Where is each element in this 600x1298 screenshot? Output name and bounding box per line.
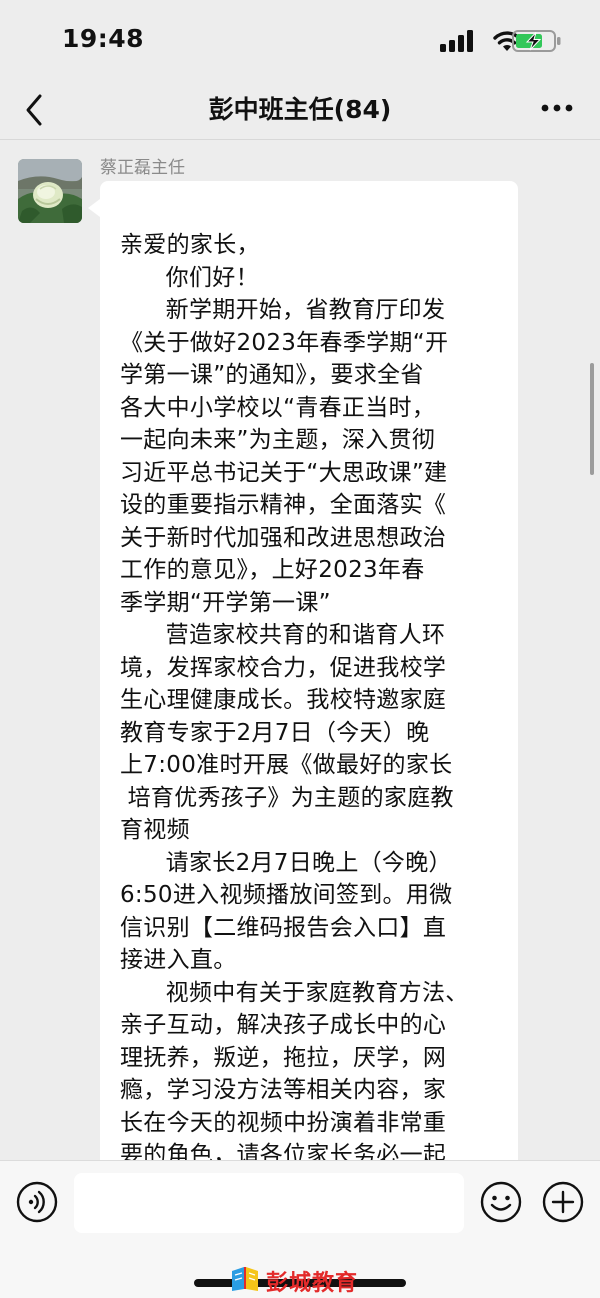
message-line: 育视频	[120, 817, 190, 843]
message-line: 你们好！	[120, 264, 259, 291]
message-line: 新学期开始，省教育厅印发	[120, 297, 446, 323]
more-dots-icon[interactable]	[540, 102, 574, 114]
sender-name: 蔡正磊主任	[100, 158, 185, 178]
message-line: 关于新时代加强和改进思想政治	[120, 524, 447, 551]
message-line: 《关于做好2023年春季学期“开	[120, 329, 449, 356]
message-line: 一起向未来”为主题，深入贯彻	[120, 427, 436, 453]
emoji-icon[interactable]	[480, 1181, 522, 1223]
message-line: 生心理健康成长。我校特邀家庭	[120, 687, 447, 713]
watermark-logo-icon	[232, 1267, 258, 1291]
message-line: 习近平总书记关于“大思政课”建	[120, 459, 448, 486]
message-line: 信识别【二维码报告会入口】直	[120, 914, 447, 941]
message-line: 亲爱的家长，	[120, 232, 260, 258]
input-bar: 彭城教育网	[0, 1160, 600, 1298]
message-line: 接进入直。	[120, 947, 237, 973]
voice-icon[interactable]	[16, 1181, 58, 1223]
message-bubble[interactable]: 亲爱的家长， 你们好！ 新学期开始，省教育厅印发 《关于做好2023年春季学期“…	[100, 181, 518, 1160]
message-line: 请家长2月7日晚上（今晚）	[120, 849, 452, 876]
message-line: 各大中小学校以“青春正当时，	[120, 394, 436, 421]
chat-header: 彭中班主任(84)	[0, 80, 600, 140]
message-line: 视频中有关于家庭教育方法、	[120, 979, 469, 1006]
bubble-arrow	[88, 199, 100, 217]
message-line: 设的重要指示精神，全面落实《	[120, 492, 447, 518]
message-line: 亲子互动，解决孩子成长中的心	[120, 1012, 447, 1038]
avatar[interactable]	[18, 159, 82, 223]
scrollbar[interactable]	[590, 363, 594, 475]
chat-area[interactable]: 蔡正磊主任 亲爱的家长， 你们好！ 新学期开始，省教育厅印发 《关于做好2023…	[0, 141, 600, 1160]
message-line: 境，发挥家校合力，促进我校学	[120, 654, 447, 681]
message-line: 工作的意见》，上好2023年春	[120, 557, 425, 583]
avatar-image	[18, 159, 82, 223]
message-line: 瘾，学习没方法等相关内容，家	[120, 1077, 447, 1103]
status-time: 19:48	[62, 24, 145, 53]
watermark-text: 彭城教育网	[266, 1271, 359, 1296]
message-line: 学第一课”的通知》，要求全省	[120, 362, 424, 388]
message-line: 上7:00准时开展《做最好的家长	[120, 752, 453, 778]
message-line: 要的角色，请各位家长务必一起	[120, 1142, 447, 1160]
message-line: 季学期“开学第一课”	[120, 589, 331, 616]
chat-title: 彭中班主任(84)	[208, 95, 392, 124]
message-line: 理抚养，叛逆，拖拉，厌学，网	[120, 1044, 447, 1071]
battery-charging-icon	[512, 30, 561, 52]
message-line: 培育优秀孩子》为主题的家庭教	[120, 784, 454, 811]
message-line: 6:50进入视频播放间签到。用微	[120, 882, 453, 908]
status-bar: 19:48	[0, 0, 600, 80]
message-line: 长在今天的视频中扮演着非常重	[120, 1109, 447, 1136]
signal-icon	[440, 30, 473, 52]
message-input[interactable]	[74, 1173, 464, 1233]
message-line: 营造家校共育的和谐育人环	[120, 622, 446, 648]
plus-icon[interactable]	[542, 1181, 584, 1223]
message-line: 教育专家于2月7日（今天）晚	[120, 719, 430, 746]
watermark: 彭城教育网	[230, 1261, 380, 1297]
